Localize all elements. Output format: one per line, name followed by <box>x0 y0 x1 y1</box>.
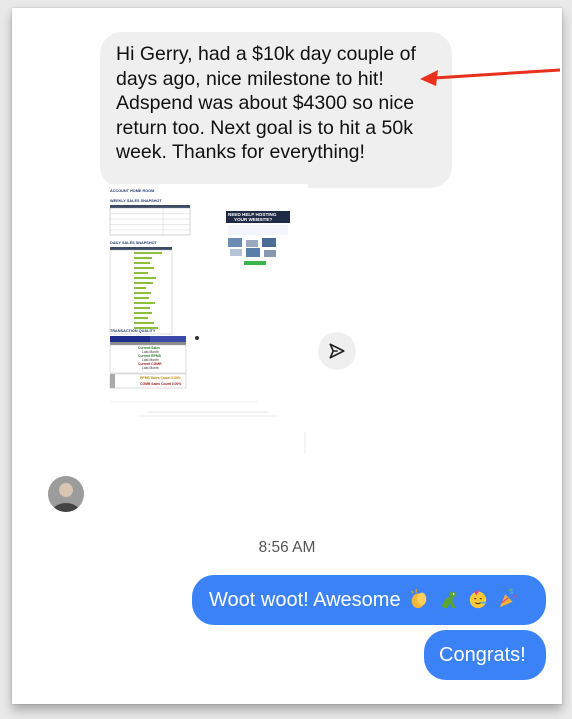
share-button[interactable] <box>318 332 356 370</box>
party-popper-emoji <box>499 588 517 608</box>
clapping-hands-emoji <box>411 588 427 609</box>
ad-line-2: YOUR WEBSITE? <box>234 217 273 222</box>
outgoing-message-text: Woot woot! Awesome <box>209 589 401 611</box>
daily-sales-title: DAILY SALES SNAPSHOT <box>110 241 157 245</box>
transaction-quality-title: TRANSACTION QUALITY <box>110 329 156 333</box>
outgoing-message-bubble[interactable]: Woot woot! Awesome <box>192 575 546 625</box>
outgoing-message-bubble-2[interactable]: Congrats! <box>424 630 546 680</box>
send-arrow-icon <box>329 343 345 359</box>
partying-face-emoji <box>470 589 487 609</box>
weekly-sales-title: WEEKLY SALES SNAPSHOT <box>110 199 162 203</box>
tq-rate-2: CGMR Sales Count 0.00% <box>140 382 182 386</box>
t-rex-emoji <box>441 591 457 609</box>
message-timestamp: 8:56 AM <box>258 539 316 556</box>
report-header: ACCOUNT HOME ROOM <box>110 189 155 193</box>
tq-rate-1: RPMS Sales Count 0.00% <box>140 376 181 380</box>
red-arrow-annotation <box>420 68 561 86</box>
contact-avatar[interactable] <box>48 476 84 512</box>
sales-report-image[interactable] <box>108 184 308 432</box>
tq-row-6: Last Month <box>142 366 159 370</box>
incoming-message-bubble[interactable]: Hi Gerry, had a $10k day couple of days … <box>100 32 452 188</box>
chat-window: Hi Gerry, had a $10k day couple of days … <box>12 8 562 704</box>
